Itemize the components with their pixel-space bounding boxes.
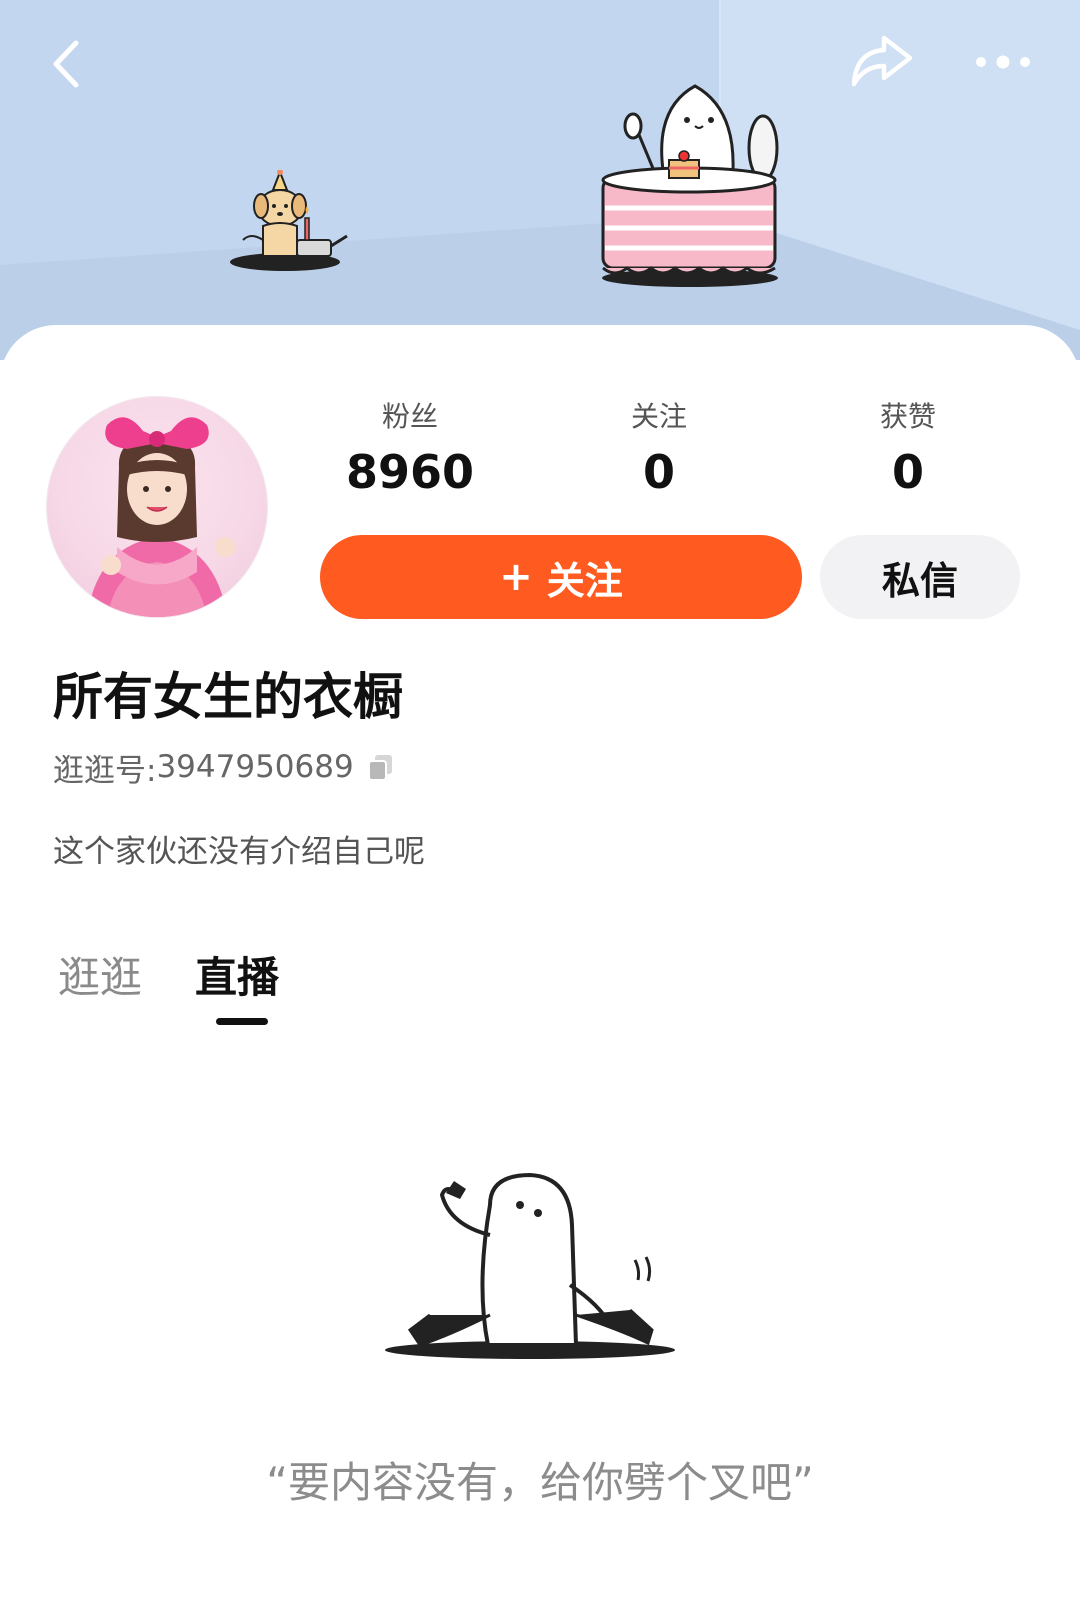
stat-likes[interactable]: 获赞 0 <box>818 397 998 503</box>
message-button[interactable]: 私信 <box>820 535 1020 619</box>
copy-icon <box>367 755 392 781</box>
banner-background <box>0 0 1080 360</box>
share-button[interactable] <box>845 28 917 92</box>
profile-name: 所有女生的衣橱 <box>53 668 403 726</box>
stat-fans[interactable]: 粉丝 8960 <box>320 397 500 503</box>
empty-state-illustration <box>385 1172 675 1359</box>
copy-button[interactable] <box>366 752 396 782</box>
back-button[interactable] <box>36 34 96 94</box>
follow-button[interactable]: + 关注 <box>320 535 802 619</box>
avatar-image <box>87 417 235 617</box>
stat-value: 0 <box>642 445 675 499</box>
stat-label: 获赞 <box>879 400 936 433</box>
ghost-cake-illustration <box>601 84 779 287</box>
stat-label: 粉丝 <box>381 400 438 433</box>
stat-value: 8960 <box>345 445 475 499</box>
profile-id-label: 逛逛号: <box>53 752 157 789</box>
profile-id-value: 3947950689 <box>156 749 354 785</box>
plus-icon: + <box>499 554 533 600</box>
more-dots-icon <box>976 55 1030 69</box>
follow-label: 关注 <box>546 558 623 603</box>
stat-label: 关注 <box>630 400 687 433</box>
active-tab-indicator <box>216 1018 268 1025</box>
stat-value: 0 <box>891 445 924 499</box>
share-arrow-icon <box>851 35 913 87</box>
chevron-left-icon <box>53 40 79 88</box>
tab-live[interactable]: 直播 <box>195 945 279 1011</box>
empty-state-message: “要内容没有，给你劈个叉吧” <box>266 1458 814 1507</box>
profile-id-row: 逛逛号: 3947950689 <box>53 745 396 789</box>
content-tabs: 逛逛 直播 <box>0 945 1080 1035</box>
message-label: 私信 <box>881 558 958 603</box>
profile-banner <box>0 0 1080 360</box>
profile-card: 粉丝 8960 关注 0 获赞 0 + 关注 私信 所有女生的衣橱 逛逛号: 3… <box>0 325 1080 1598</box>
more-button[interactable] <box>968 40 1038 84</box>
tab-guangguang[interactable]: 逛逛 <box>58 945 142 1011</box>
stat-following[interactable]: 关注 0 <box>569 397 749 503</box>
avatar[interactable] <box>47 397 267 617</box>
dog-illustration <box>230 170 348 271</box>
profile-bio: 这个家伙还没有介绍自己呢 <box>53 834 425 870</box>
